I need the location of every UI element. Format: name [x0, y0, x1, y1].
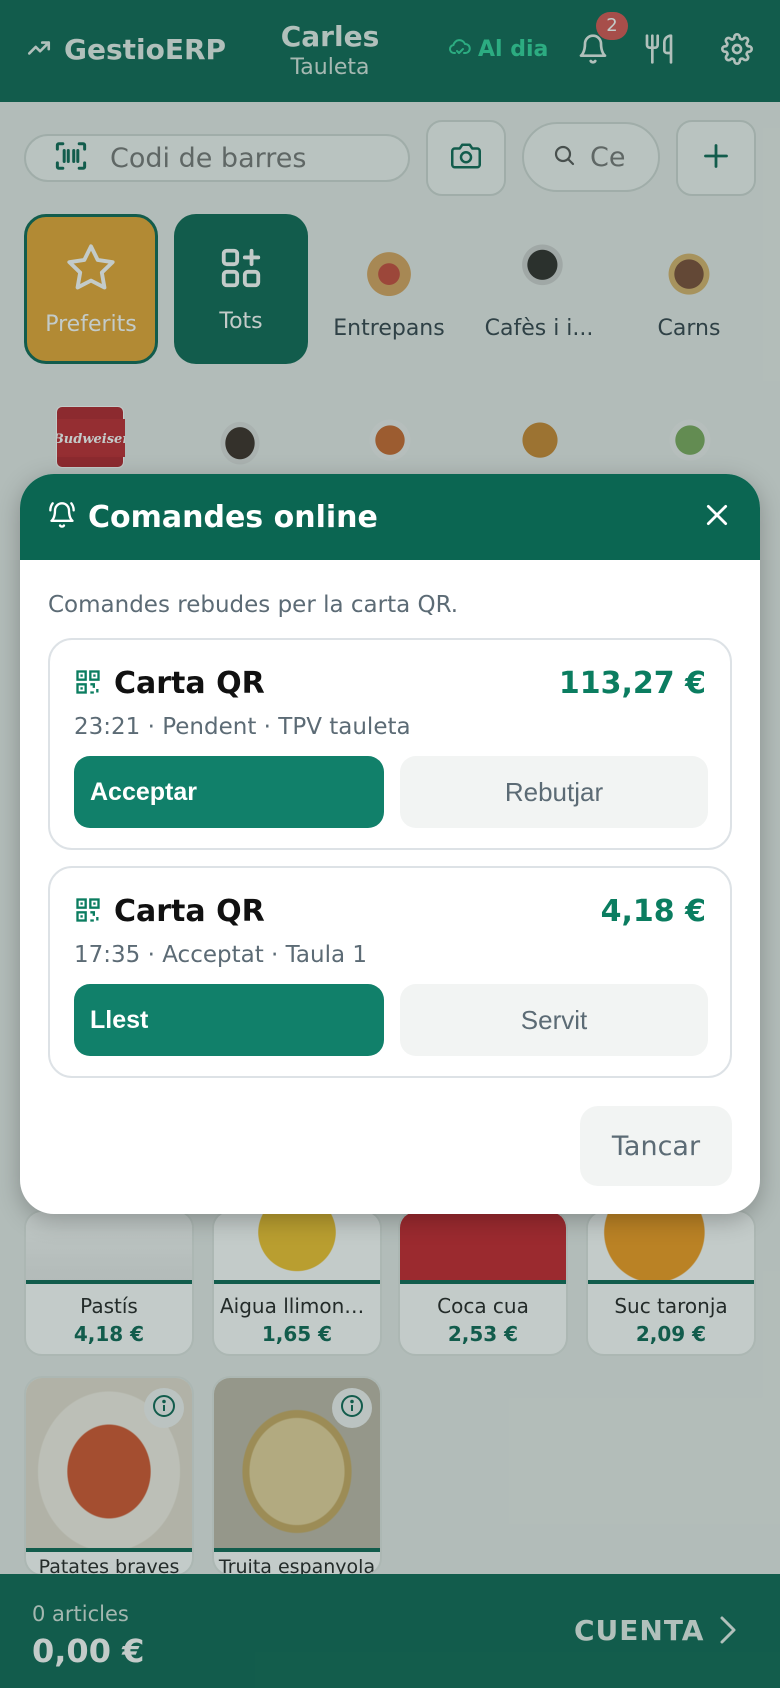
order-title: Carta QR — [114, 666, 265, 701]
order-card: Carta QR 113,27 € 23:21 · Pendent · TPV … — [48, 638, 732, 850]
dialog-title: Comandes online — [88, 499, 378, 535]
served-button[interactable]: Servit — [400, 984, 708, 1056]
close-icon — [704, 502, 730, 532]
order-card: Carta QR 4,18 € 17:35 · Acceptat · Taula… — [48, 866, 732, 1078]
dismiss-button[interactable]: Tancar — [580, 1106, 732, 1186]
dialog-subtitle: Comandes rebudes per la carta QR. — [48, 592, 459, 618]
order-amount: 4,18 € — [600, 894, 706, 929]
order-meta: 23:21 · Pendent · TPV tauleta — [74, 714, 411, 740]
order-meta: 17:35 · Acceptat · Taula 1 — [74, 942, 367, 968]
ready-button[interactable]: Llest — [74, 984, 384, 1056]
reject-button[interactable]: Rebutjar — [400, 756, 708, 828]
qr-code-icon — [74, 668, 102, 700]
order-amount: 113,27 € — [558, 666, 706, 701]
dialog-header: Comandes online — [20, 474, 760, 560]
order-title: Carta QR — [114, 894, 265, 929]
close-button[interactable] — [698, 498, 736, 536]
alarm-bell-icon — [48, 500, 76, 534]
qr-code-icon — [74, 896, 102, 928]
online-orders-dialog: Comandes online Comandes rebudes per la … — [20, 474, 760, 1214]
accept-button[interactable]: Acceptar — [74, 756, 384, 828]
